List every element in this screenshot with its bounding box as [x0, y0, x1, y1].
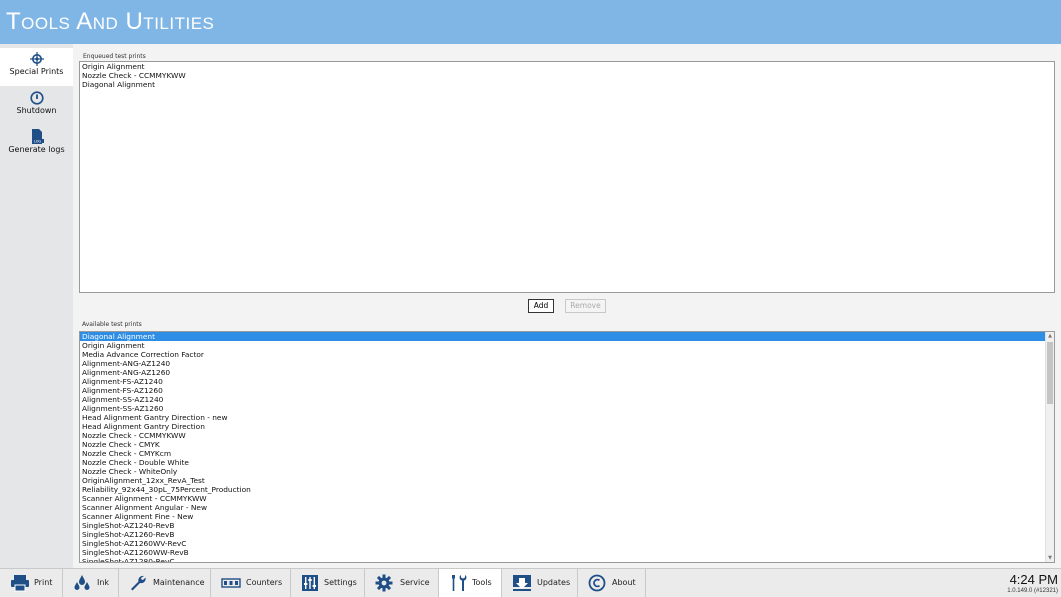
scroll-up-icon[interactable]: ▲: [1046, 332, 1054, 340]
sidebar: Special Prints Shutdown LOG Generate log…: [0, 44, 73, 568]
tab-print[interactable]: Print: [0, 569, 63, 597]
log-file-icon: LOG: [31, 129, 44, 144]
tools-icon: [452, 575, 467, 591]
list-item[interactable]: Nozzle Check - CCMMYKWW: [80, 71, 1054, 80]
version-label: 1.0.149.0 (#12321): [1007, 588, 1058, 594]
tab-label: Print: [34, 578, 53, 587]
tab-about[interactable]: About: [578, 569, 646, 597]
tab-label: Maintenance: [153, 578, 205, 587]
list-item[interactable]: SingleShot-AZ1280-RevC: [80, 557, 1054, 562]
download-icon: [513, 575, 531, 591]
tab-tools[interactable]: Tools: [439, 569, 502, 597]
list-item[interactable]: Alignment-SS-AZ1240: [80, 395, 1054, 404]
sidebar-item-generate-logs[interactable]: LOG Generate logs: [0, 125, 73, 163]
gear-icon: [375, 574, 393, 592]
list-item[interactable]: Head Alignment Gantry Direction: [80, 422, 1054, 431]
list-item[interactable]: SingleShot-AZ1260WV-RevC: [80, 539, 1054, 548]
tab-label: About: [612, 578, 636, 587]
tab-maintenance[interactable]: Maintenance: [119, 569, 211, 597]
add-button[interactable]: Add: [528, 299, 554, 313]
svg-text:LOG: LOG: [33, 139, 40, 143]
sliders-icon: [302, 575, 318, 591]
list-item[interactable]: Scanner Alignment Angular - New: [80, 503, 1054, 512]
counter-icon: [221, 578, 241, 588]
enqueued-list[interactable]: Origin Alignment Nozzle Check - CCMMYKWW D…: [79, 61, 1055, 293]
list-item[interactable]: Media Advance Correction Factor: [80, 350, 1054, 359]
sidebar-item-label: Generate logs: [8, 145, 65, 154]
list-item[interactable]: Nozzle Check - WhiteOnly: [80, 467, 1054, 476]
sidebar-item-label: Shutdown: [16, 106, 57, 115]
status-clock: 4:24 PM 1.0.149.0 (#12321): [1007, 572, 1058, 594]
title-bar: Tools And Utilities: [0, 0, 1061, 44]
tab-label: Service: [400, 578, 430, 587]
taskbar: Print Ink Maintenance Counters Settings …: [0, 568, 1061, 597]
list-item[interactable]: Scanner Alignment - CCMMYKWW: [80, 494, 1054, 503]
list-item[interactable]: Alignment-FS-AZ1240: [80, 377, 1054, 386]
list-item[interactable]: Alignment-ANG-AZ1240: [80, 359, 1054, 368]
available-caption: Available test prints: [82, 321, 142, 328]
tab-settings[interactable]: Settings: [291, 569, 365, 597]
list-item[interactable]: Diagonal Alignment: [80, 80, 1054, 89]
list-item[interactable]: Origin Alignment: [80, 341, 1054, 350]
crosshair-icon: [29, 52, 44, 66]
list-item[interactable]: SingleShot-AZ1240-RevB: [80, 521, 1054, 530]
sidebar-item-label: Special Prints: [9, 67, 64, 76]
tab-label: Settings: [324, 578, 357, 587]
list-item[interactable]: OriginAlignment_12xx_RevA_Test: [80, 476, 1054, 485]
remove-button[interactable]: Remove: [565, 299, 606, 313]
ink-drops-icon: [74, 575, 90, 590]
clock-time: 4:24 PM: [1009, 572, 1058, 587]
available-list[interactable]: Diagonal Alignment Origin Alignment Media …: [79, 331, 1055, 563]
main-panel: Enqueued test prints Origin Alignment Noz…: [73, 44, 1061, 568]
tab-label: Tools: [472, 578, 492, 587]
list-item[interactable]: SingleShot-AZ1260WW-RevB: [80, 548, 1054, 557]
power-icon: [29, 91, 44, 105]
list-item[interactable]: Nozzle Check - CMYK: [80, 440, 1054, 449]
list-item[interactable]: Nozzle Check - CMYKcm: [80, 449, 1054, 458]
page-title: Tools And Utilities: [6, 8, 215, 35]
list-item[interactable]: Alignment-FS-AZ1260: [80, 386, 1054, 395]
copyright-icon: [588, 574, 606, 592]
tab-service[interactable]: Service: [365, 569, 439, 597]
list-item[interactable]: Alignment-SS-AZ1260: [80, 404, 1054, 413]
scrollbar[interactable]: ▲ ▼: [1045, 332, 1054, 562]
tab-counters[interactable]: Counters: [211, 569, 291, 597]
list-item[interactable]: Scanner Alignment Fine - New: [80, 512, 1054, 521]
list-item[interactable]: Reliability_92x44_30pL_75Percent_Product…: [80, 485, 1054, 494]
scroll-thumb[interactable]: [1047, 342, 1053, 404]
tab-ink[interactable]: Ink: [63, 569, 119, 597]
list-item[interactable]: Nozzle Check - CCMMYKWW: [80, 431, 1054, 440]
list-item[interactable]: SingleShot-AZ1260-RevB: [80, 530, 1054, 539]
list-item[interactable]: Alignment-ANG-AZ1260: [80, 368, 1054, 377]
sidebar-item-special-prints[interactable]: Special Prints: [0, 48, 73, 86]
list-item[interactable]: Diagonal Alignment: [80, 332, 1054, 341]
sidebar-item-shutdown[interactable]: Shutdown: [0, 87, 73, 125]
list-item[interactable]: Head Alignment Gantry Direction - new: [80, 413, 1054, 422]
list-item[interactable]: Origin Alignment: [80, 62, 1054, 71]
tab-updates[interactable]: Updates: [502, 569, 578, 597]
printer-icon: [11, 575, 29, 592]
scroll-down-icon[interactable]: ▼: [1046, 554, 1054, 562]
wrench-icon: [131, 575, 146, 591]
tab-label: Ink: [97, 578, 110, 587]
list-item[interactable]: Nozzle Check - Double White: [80, 458, 1054, 467]
enqueued-caption: Enqueued test prints: [83, 53, 146, 60]
tab-label: Counters: [246, 578, 283, 587]
tab-label: Updates: [537, 578, 571, 587]
